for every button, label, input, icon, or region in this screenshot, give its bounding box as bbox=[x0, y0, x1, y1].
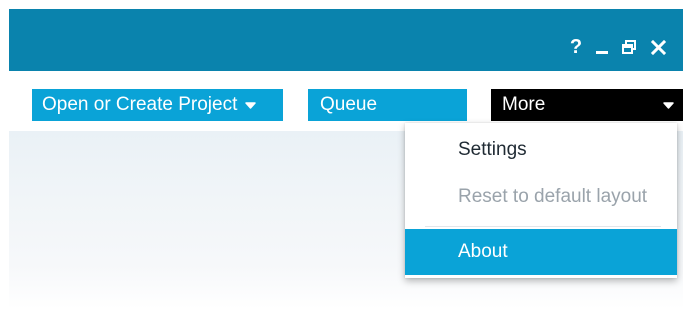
open-or-create-project-label: Open or Create Project bbox=[42, 94, 238, 115]
chevron-down-icon bbox=[663, 102, 674, 109]
title-bar: ? bbox=[9, 9, 683, 71]
minimize-icon[interactable] bbox=[595, 37, 609, 57]
chevron-down-icon bbox=[245, 101, 257, 109]
help-label: ? bbox=[569, 36, 583, 58]
queue-label: Queue bbox=[320, 94, 378, 115]
close-icon[interactable] bbox=[650, 37, 666, 57]
more-label: More bbox=[502, 94, 546, 115]
menu-item-settings[interactable]: Settings bbox=[405, 128, 677, 172]
restore-icon[interactable] bbox=[622, 37, 636, 57]
menu-item-about[interactable]: About bbox=[405, 229, 677, 275]
open-or-create-project-button[interactable]: Open or Create Project bbox=[32, 89, 283, 121]
more-button[interactable]: More bbox=[491, 89, 683, 121]
menu-item-reset-layout: Reset to default layout bbox=[458, 186, 648, 207]
menu-separator bbox=[425, 226, 661, 227]
more-dropdown-menu: Settings Reset to default layout About bbox=[405, 123, 677, 278]
help-icon[interactable]: ? bbox=[569, 37, 583, 57]
queue-button[interactable]: Queue bbox=[308, 89, 467, 121]
app-window: ? Open or Create Project Queue More Sett… bbox=[9, 9, 683, 309]
